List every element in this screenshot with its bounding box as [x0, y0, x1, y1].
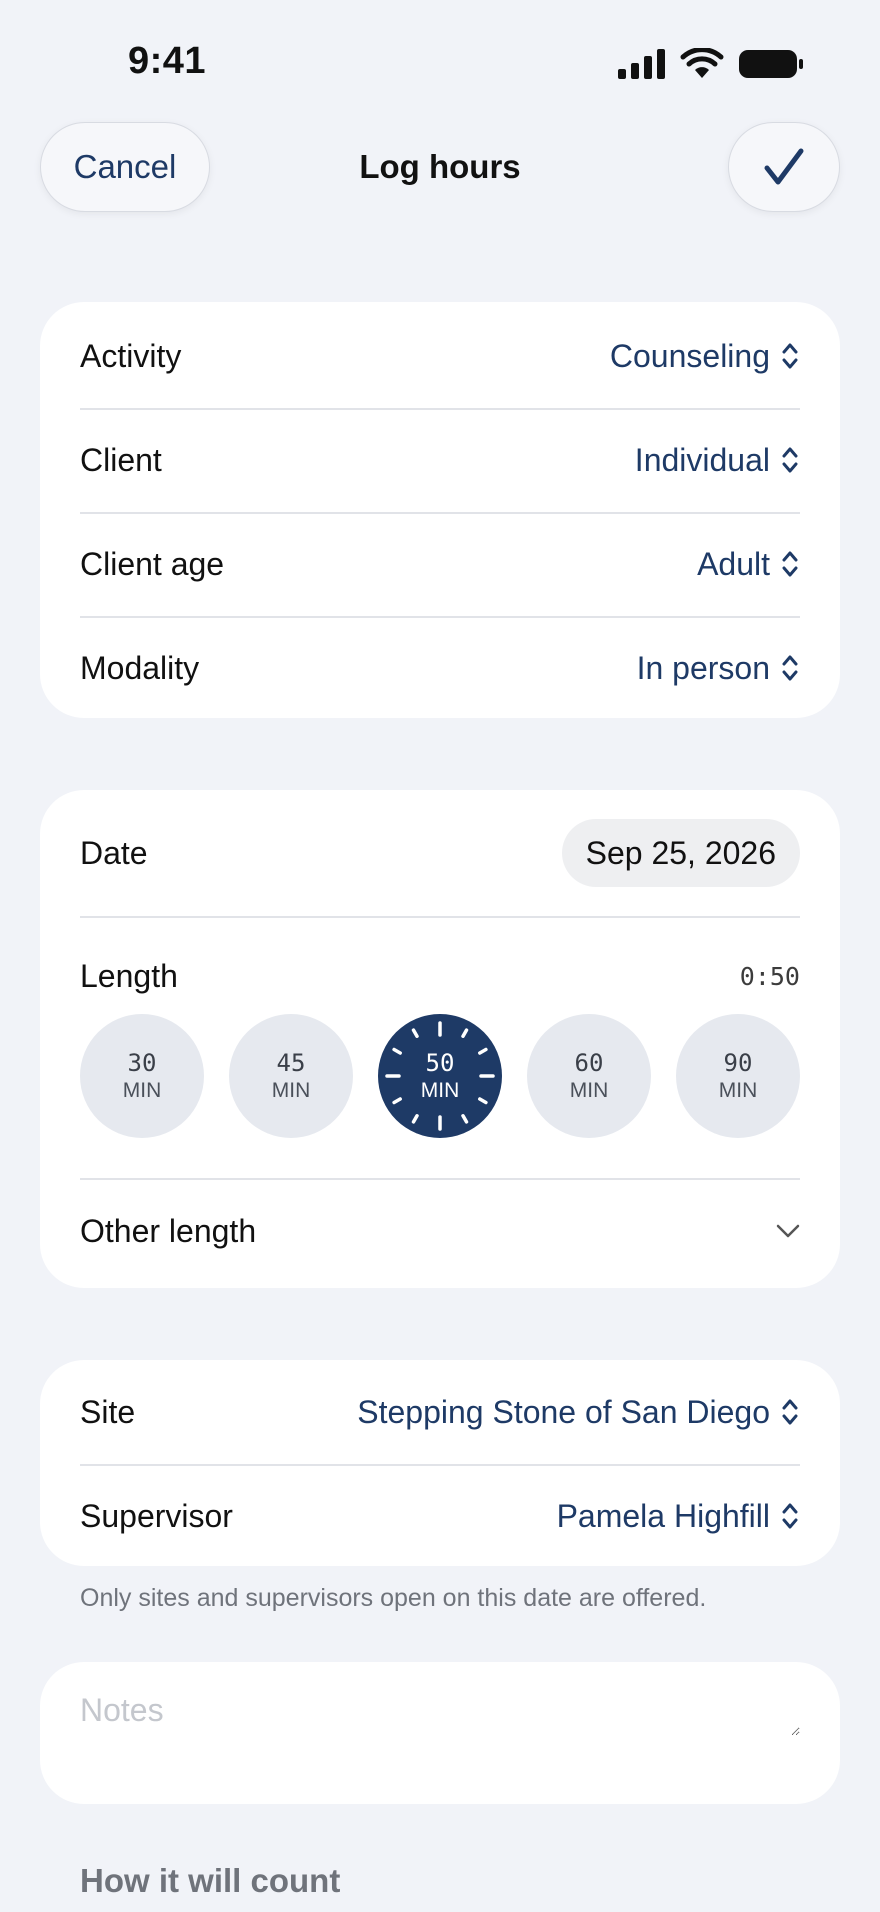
supervisor-row[interactable]: Supervisor Pamela Highfill [80, 1464, 800, 1568]
chevron-up-down-icon [782, 551, 798, 577]
notes-card [40, 1662, 840, 1804]
confirm-button[interactable] [728, 122, 840, 212]
length-chip-unit: MIN [122, 1079, 162, 1102]
chevron-up-down-icon [782, 1503, 798, 1529]
modality-picker[interactable]: In person [637, 650, 800, 687]
length-chip-50[interactable]: 50 MIN [378, 1014, 502, 1138]
supervisor-label: Supervisor [80, 1497, 233, 1534]
length-chip-value: 60 [574, 1049, 604, 1077]
client-row[interactable]: Client Individual [80, 408, 800, 512]
length-chip-unit: MIN [718, 1079, 758, 1102]
length-label: Length [80, 958, 178, 994]
activity-row[interactable]: Activity Counseling [80, 304, 800, 408]
modality-row[interactable]: Modality In person [80, 616, 800, 720]
status-time: 9:41 [128, 40, 207, 82]
chevron-up-down-icon [782, 343, 798, 369]
wifi-icon [680, 48, 724, 78]
length-header: Length 0:50 [80, 916, 800, 996]
site-row[interactable]: Site Stepping Stone of San Diego [80, 1360, 800, 1464]
supervisor-picker[interactable]: Pamela Highfill [557, 1498, 800, 1535]
client-age-value: Adult [697, 545, 770, 582]
placement-footnote: Only sites and supervisors open on this … [80, 1584, 707, 1612]
length-chip-30[interactable]: 30 MIN [80, 1014, 204, 1138]
count-section-title: How it will count [80, 1862, 341, 1899]
checkmark-icon [764, 148, 804, 185]
client-picker[interactable]: Individual [635, 442, 800, 479]
client-age-row[interactable]: Client age Adult [80, 512, 800, 616]
length-chip-unit: MIN [271, 1079, 311, 1102]
other-length-label: Other length [80, 1212, 257, 1249]
chevron-up-down-icon [782, 1399, 798, 1425]
client-age-picker[interactable]: Adult [697, 546, 800, 583]
site-picker[interactable]: Stepping Stone of San Diego [357, 1394, 800, 1431]
length-total: 0:50 [739, 962, 800, 991]
length-chip-value: 90 [723, 1049, 753, 1077]
site-label: Site [80, 1393, 136, 1430]
length-chip-unit: MIN [420, 1079, 460, 1102]
length-chip-90[interactable]: 90 MIN [676, 1014, 800, 1138]
activity-value: Counseling [609, 337, 770, 374]
length-chip-45[interactable]: 45 MIN [229, 1014, 353, 1138]
supervisor-value: Pamela Highfill [556, 1497, 770, 1534]
battery-icon [739, 50, 803, 78]
placement-card: Site Stepping Stone of San Diego Supervi… [40, 1360, 840, 1566]
modality-label: Modality [80, 649, 200, 686]
site-value: Stepping Stone of San Diego [357, 1393, 770, 1430]
chevron-up-down-icon [782, 655, 798, 681]
length-chip-value: 45 [276, 1049, 306, 1077]
notes-input[interactable] [80, 1692, 800, 1736]
date-picker[interactable]: Sep 25, 2026 [561, 819, 800, 887]
chevron-up-down-icon [782, 447, 798, 473]
modality-value: In person [636, 649, 770, 686]
cellular-signal-icon [618, 49, 665, 79]
length-options: 30 MIN 45 MIN 50 MIN 60 MIN 90 MIN [80, 996, 800, 1156]
client-age-label: Client age [80, 545, 225, 582]
length-chip-value: 50 [425, 1049, 455, 1077]
details-card: Activity Counseling Client Individual Cl… [40, 302, 840, 718]
date-row: Date Sep 25, 2026 [80, 790, 800, 916]
client-value: Individual [634, 441, 770, 478]
length-chip-60[interactable]: 60 MIN [527, 1014, 651, 1138]
activity-label: Activity [80, 337, 182, 374]
chevron-down-icon [776, 1224, 800, 1238]
client-label: Client [80, 441, 162, 478]
nav-bar: Cancel Log hours [0, 122, 880, 214]
status-icons [618, 48, 804, 80]
length-chip-unit: MIN [569, 1079, 609, 1102]
date-label: Date [80, 834, 148, 871]
length-chip-value: 30 [127, 1049, 157, 1077]
status-bar: 9:41 [0, 0, 880, 110]
other-length-row[interactable]: Other length [80, 1178, 800, 1284]
session-card: Date Sep 25, 2026 Length 0:50 30 MIN 45 … [40, 790, 840, 1288]
activity-picker[interactable]: Counseling [610, 338, 800, 375]
divider [80, 1178, 800, 1180]
